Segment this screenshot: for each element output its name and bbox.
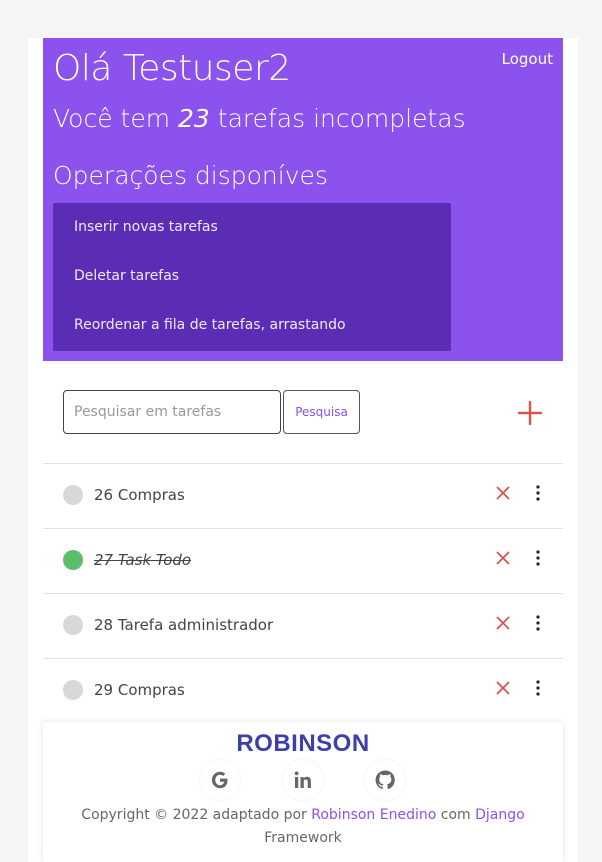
logout-link[interactable]: Logout — [502, 50, 553, 68]
copyright-mid: com — [436, 807, 476, 823]
task-label: 27 Task Todo — [94, 551, 192, 569]
summary-suffix: tarefas incompletas — [209, 104, 466, 133]
delete-icon[interactable] — [495, 680, 511, 696]
plus-icon — [517, 400, 543, 426]
copyright-suffix: Framework — [264, 830, 342, 846]
author-link[interactable]: Robinson Enedino — [311, 807, 436, 823]
operation-item-insert: Inserir novas tarefas — [74, 219, 218, 235]
task-status-toggle[interactable] — [63, 485, 83, 505]
github-link[interactable] — [365, 760, 405, 800]
more-options-icon[interactable] — [533, 549, 543, 567]
more-options-icon[interactable] — [533, 614, 543, 632]
linkedin-link[interactable] — [283, 760, 323, 800]
task-label: 29 Compras — [94, 681, 185, 699]
search-input[interactable] — [63, 390, 281, 434]
task-label: 28 Tarefa administrador — [94, 616, 274, 634]
header-panel: Olá Testuser2 Logout Você tem 23 tarefas… — [43, 38, 563, 361]
operation-item-delete: Deletar tarefas — [74, 268, 180, 284]
more-options-icon[interactable] — [533, 679, 543, 697]
task-status-toggle[interactable] — [63, 550, 83, 570]
task-row[interactable]: 27 Task Todo — [43, 528, 563, 593]
github-icon — [375, 770, 395, 790]
copyright-text: Copyright © 2022 adaptado por Robinson E… — [43, 804, 563, 850]
django-link[interactable]: Django — [475, 807, 525, 823]
task-row[interactable]: 28 Tarefa administrador — [43, 593, 563, 658]
copyright-prefix: Copyright © 2022 adaptado por — [81, 807, 312, 823]
operations-list: Inserir novas tarefas Deletar tarefas Re… — [53, 203, 451, 351]
footer-brand: ROBINSON — [236, 730, 370, 757]
incomplete-count: 23 — [178, 104, 210, 133]
add-task-button[interactable] — [515, 398, 545, 428]
footer: ROBINSON Copyright © 2022 adaptado por R… — [43, 722, 563, 862]
task-row[interactable]: 29 Compras — [43, 658, 563, 723]
task-label: 26 Compras — [94, 486, 185, 504]
linkedin-icon — [294, 771, 311, 788]
more-options-icon[interactable] — [533, 484, 543, 502]
operations-title: Operações disponíves — [53, 161, 328, 190]
task-status-toggle[interactable] — [63, 680, 83, 700]
delete-icon[interactable] — [495, 550, 511, 566]
search-button[interactable]: Pesquisa — [283, 390, 360, 434]
delete-icon[interactable] — [495, 615, 511, 631]
task-row[interactable]: 26 Compras — [43, 463, 563, 528]
delete-icon[interactable] — [495, 485, 511, 501]
task-status-toggle[interactable] — [63, 615, 83, 635]
greeting-title: Olá Testuser2 — [53, 48, 291, 89]
operation-item-reorder: Reordenar a fila de tarefas, arrastando — [74, 317, 346, 333]
google-link[interactable] — [200, 760, 240, 800]
summary-prefix: Você tem — [53, 104, 179, 133]
google-icon — [211, 771, 228, 789]
incomplete-tasks-summary: Você tem 23 tarefas incompletas — [53, 104, 466, 133]
